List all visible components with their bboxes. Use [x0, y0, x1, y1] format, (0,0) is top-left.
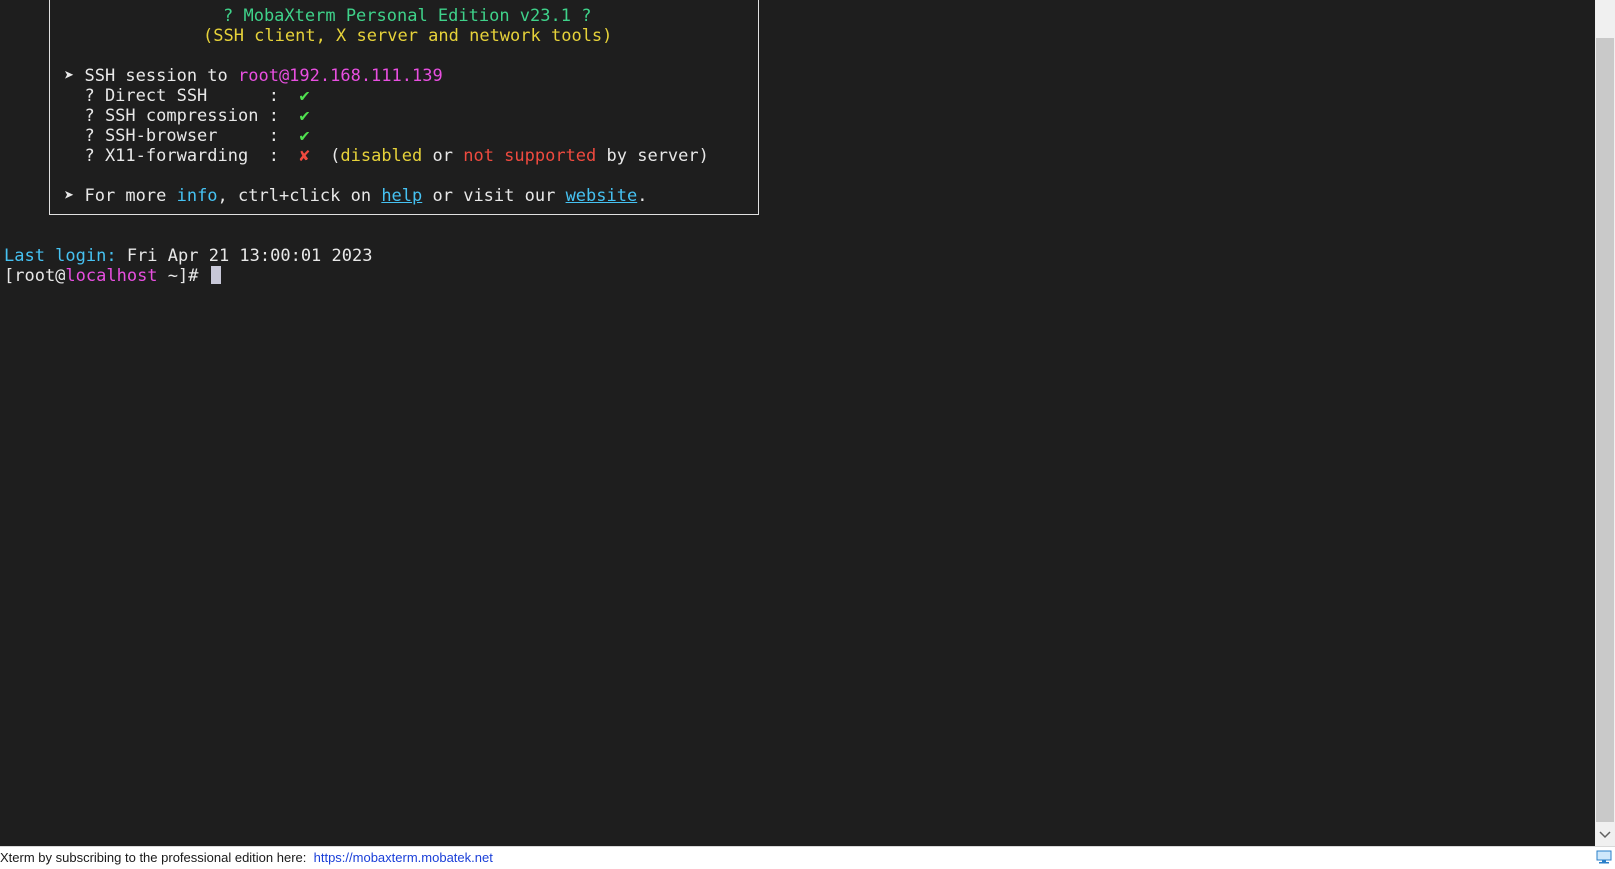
text-cursor	[210, 266, 221, 284]
status-message: Xterm by subscribing to the professional…	[0, 850, 493, 865]
check-icon: ✔	[299, 126, 310, 146]
x11-note-by-server: by server)	[596, 146, 709, 166]
cross-icon: ✘	[299, 146, 310, 166]
mobaxterm-window: ? MobaXterm Personal Edition v23.1 ? (SS…	[0, 0, 1615, 869]
info-prefix: ➤ For more	[64, 186, 177, 206]
check-icon: ✔	[299, 86, 310, 106]
feature-x11-forwarding: ? X11-forwarding : ✘ (disabled or not su…	[64, 146, 709, 166]
x11-note-open: (	[309, 146, 341, 166]
feature-label: ? X11-forwarding :	[64, 146, 300, 166]
shell-prompt[interactable]: [root@localhost ~]#	[4, 266, 221, 286]
ssh-session-line: ➤ SSH session to root@192.168.111.139	[64, 66, 443, 86]
prompt-open: [root@	[4, 266, 66, 286]
banner-title: ? MobaXterm Personal Edition v23.1 ?	[223, 6, 592, 26]
website-link[interactable]: website	[566, 186, 638, 206]
scrollbar-thumb[interactable]	[1596, 38, 1614, 822]
feature-label: ? SSH-browser :	[64, 126, 300, 146]
vertical-scrollbar[interactable]	[1595, 0, 1615, 846]
info-word: info	[176, 186, 218, 206]
feature-ssh-compression: ? SSH compression : ✔	[64, 106, 310, 126]
last-login-line: Last login: Fri Apr 21 13:00:01 2023	[4, 246, 372, 266]
help-link[interactable]: help	[381, 186, 422, 206]
status-bar: Xterm by subscribing to the professional…	[0, 846, 1615, 869]
professional-edition-link[interactable]: https://mobaxterm.mobatek.net	[314, 850, 493, 865]
feature-direct-ssh: ? Direct SSH : ✔	[64, 86, 310, 106]
feature-ssh-browser: ? SSH-browser : ✔	[64, 126, 310, 146]
check-icon: ✔	[299, 106, 310, 126]
info-mid: , ctrl+click on	[217, 186, 382, 206]
feature-label: ? Direct SSH :	[64, 86, 300, 106]
banner-subtitle: (SSH client, X server and network tools)	[203, 26, 613, 46]
status-text: Xterm by subscribing to the professional…	[0, 850, 314, 865]
x11-note-or: or	[422, 146, 464, 166]
terminal-area[interactable]: ? MobaXterm Personal Edition v23.1 ? (SS…	[0, 0, 1595, 846]
feature-label: ? SSH compression :	[64, 106, 300, 126]
info-or-visit: or visit our	[422, 186, 566, 206]
info-line: ➤ For more info, ctrl+click on help or v…	[64, 186, 647, 206]
monitor-icon[interactable]	[1596, 850, 1612, 865]
last-login-value: Fri Apr 21 13:00:01 2023	[116, 246, 373, 266]
session-prefix: ➤ SSH session to	[64, 66, 238, 86]
x11-note-disabled: disabled	[340, 146, 423, 166]
info-end: .	[637, 186, 648, 206]
x11-note-not-supported: not supported	[463, 146, 597, 166]
last-login-label: Last login:	[4, 246, 117, 266]
session-target: root@192.168.111.139	[238, 66, 443, 86]
chevron-down-icon	[1599, 831, 1611, 839]
prompt-close: ~]#	[157, 266, 209, 286]
prompt-host: localhost	[65, 266, 158, 286]
scroll-down-button[interactable]	[1595, 824, 1615, 846]
